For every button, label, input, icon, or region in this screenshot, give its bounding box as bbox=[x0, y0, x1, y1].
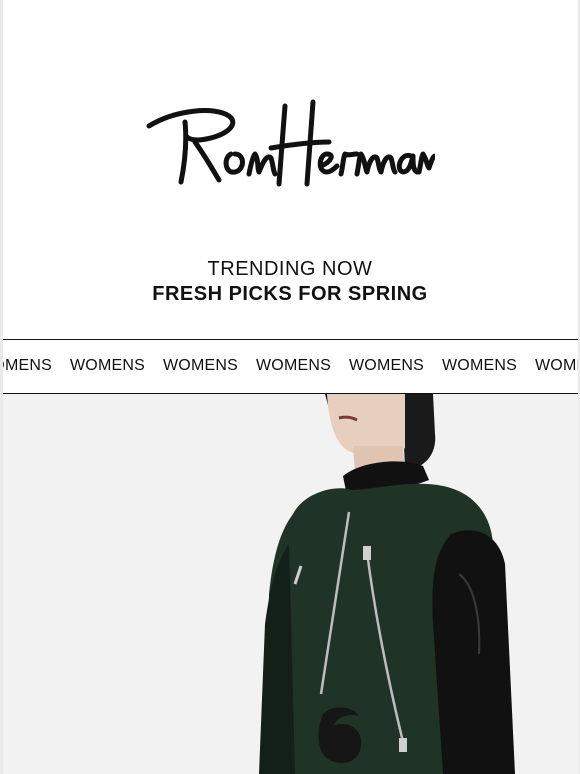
marquee-track: WOMENS WOMENS WOMENS WOMENS WOMENS WOMEN… bbox=[3, 357, 578, 375]
marquee-item-womens[interactable]: WOMENS bbox=[349, 357, 442, 375]
ron-herman-logo-icon bbox=[146, 99, 435, 187]
marquee-item-womens[interactable]: WOMENS bbox=[535, 357, 578, 375]
category-marquee[interactable]: WOMENS WOMENS WOMENS WOMENS WOMENS WOMEN… bbox=[3, 339, 578, 394]
marquee-item-womens[interactable]: WOMENS bbox=[442, 357, 535, 375]
marquee-item-womens[interactable]: WOMENS bbox=[163, 357, 256, 375]
marquee-item-womens[interactable]: WOMENS bbox=[3, 357, 70, 375]
marquee-item-womens[interactable]: WOMENS bbox=[70, 357, 163, 375]
hero-image[interactable] bbox=[3, 394, 578, 774]
model-jacket-illustration bbox=[3, 394, 578, 774]
headline-fresh-picks[interactable]: FRESH PICKS FOR SPRING bbox=[0, 283, 580, 306]
marquee-item-womens[interactable]: WOMENS bbox=[256, 357, 349, 375]
headline-trending: TRENDING NOW bbox=[207, 258, 373, 280]
brand-logo[interactable] bbox=[0, 92, 580, 202]
